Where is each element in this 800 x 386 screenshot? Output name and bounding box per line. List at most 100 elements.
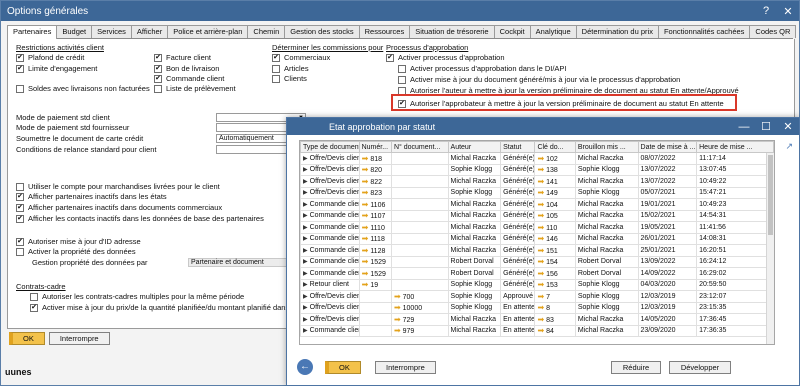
column-header[interactable]: N° document... <box>390 141 449 153</box>
checkbox-box[interactable]: ✔ <box>16 237 24 246</box>
checkbox-box[interactable]: ✔ <box>16 53 24 62</box>
commission-items-checkbox[interactable]: Articles <box>272 64 309 73</box>
approval-update-generated-checkbox[interactable]: Activer mise à jour du document généré/m… <box>398 75 680 84</box>
expand-button[interactable]: Développer <box>669 361 731 374</box>
dialog-ok-button[interactable]: OK <box>325 361 361 374</box>
scrollbar-thumb[interactable] <box>768 155 773 235</box>
row-expand-icon[interactable]: ▶ <box>303 305 308 311</box>
table-row[interactable]: ▶ Offre/Devis client ➡ 818 Michal Raczka Géné… <box>300 152 774 165</box>
link-arrow-icon[interactable]: ➡ <box>362 280 369 289</box>
tab-10[interactable]: Analytique <box>529 25 577 38</box>
data-ownership-checkbox[interactable]: Activer la propriété des données <box>16 247 136 256</box>
column-header[interactable]: Type de document <box>300 141 360 153</box>
table-row[interactable]: ▶ Commande client ➡ 1529 Robert Dorval Généré… <box>300 267 774 280</box>
commission-sales-checkbox[interactable]: ✔ Commerciaux <box>272 53 330 62</box>
update-planned-amount-checkbox[interactable]: ✔ Activer mise à jour du prix/de la quant… <box>30 303 297 312</box>
row-expand-icon[interactable]: ▶ <box>303 259 308 265</box>
close-icon[interactable]: ✕ <box>777 117 799 137</box>
tab-13[interactable]: Codes QR <box>749 25 797 38</box>
delivery-note-checkbox[interactable]: ✔ Bon de livraison <box>154 64 219 73</box>
row-expand-icon[interactable]: ▶ <box>303 328 308 334</box>
link-arrow-icon[interactable]: ➡ <box>537 165 544 174</box>
checkbox-box[interactable] <box>16 182 24 191</box>
checkbox-box[interactable] <box>272 74 280 83</box>
checkbox-box[interactable] <box>16 247 24 256</box>
table-row[interactable]: ▶ Commande client ➡ 1110 Michal Raczka Généré… <box>300 221 774 234</box>
link-arrow-icon[interactable]: ➡ <box>537 177 544 186</box>
link-arrow-icon[interactable]: ➡ <box>394 315 401 324</box>
row-expand-icon[interactable]: ▶ <box>303 202 308 208</box>
table-row[interactable]: ▶ Commande client ➡ 1118 Michal Raczka Généré… <box>300 232 774 245</box>
row-expand-icon[interactable]: ▶ <box>303 294 308 300</box>
checkbox-box[interactable] <box>398 75 406 84</box>
client-invoice-checkbox[interactable]: ✔ Facture client <box>154 53 211 62</box>
row-expand-icon[interactable]: ▶ <box>303 156 308 162</box>
maximize-icon[interactable]: ☐ <box>755 117 777 137</box>
tab-11[interactable]: Détermination du prix <box>575 25 659 38</box>
tab-3[interactable]: Afficher <box>130 25 169 38</box>
tab-2[interactable]: Services <box>91 25 132 38</box>
inactive-partners-docs-checkbox[interactable]: ✔ Afficher partenaires inactifs dans docu… <box>16 203 222 212</box>
table-row[interactable]: ▶ Offre/Devis client ➡ 10000 Sophie Klogg En … <box>300 301 774 314</box>
expand-link-icon[interactable]: ↗ <box>785 141 793 152</box>
checkbox-box[interactable]: ✔ <box>386 53 394 62</box>
link-arrow-icon[interactable]: ➡ <box>537 188 544 197</box>
link-arrow-icon[interactable]: ➡ <box>362 234 369 243</box>
table-row[interactable]: ▶ Commande client ➡ 1106 Michal Raczka Généré… <box>300 198 774 211</box>
commission-clients-checkbox[interactable]: Clients <box>272 74 307 83</box>
link-arrow-icon[interactable]: ➡ <box>394 303 401 312</box>
link-arrow-icon[interactable]: ➡ <box>362 211 369 220</box>
row-expand-icon[interactable]: ▶ <box>303 248 308 254</box>
multiple-contracts-checkbox[interactable]: Autoriser les contrats-cadres multiples … <box>30 292 244 301</box>
table-row[interactable]: ▶ Offre/Devis client ➡ 729 Michal Raczka En a… <box>300 313 774 326</box>
tab-4[interactable]: Police et arrière-plan <box>167 25 249 38</box>
minimize-icon[interactable]: — <box>733 117 755 137</box>
checkbox-box[interactable]: ✔ <box>154 53 162 62</box>
link-arrow-icon[interactable]: ➡ <box>537 326 544 335</box>
link-arrow-icon[interactable]: ➡ <box>362 188 369 197</box>
link-arrow-icon[interactable]: ➡ <box>362 200 369 209</box>
dialog-cancel-button[interactable]: Interrompre <box>375 361 436 374</box>
link-arrow-icon[interactable]: ➡ <box>537 303 544 312</box>
commitment-limit-checkbox[interactable]: ✔ Limite d'engagement <box>16 64 97 73</box>
link-arrow-icon[interactable]: ➡ <box>394 326 401 335</box>
tab-7[interactable]: Ressources <box>358 25 411 38</box>
tab-6[interactable]: Gestion des stocks <box>284 25 360 38</box>
table-row[interactable]: ▶ Commande client ➡ 979 Michal Raczka En atte… <box>300 324 774 337</box>
link-arrow-icon[interactable]: ➡ <box>362 177 369 186</box>
cancel-button[interactable]: Interrompre <box>48 332 110 345</box>
ok-button[interactable]: OK <box>9 332 45 345</box>
link-arrow-icon[interactable]: ➡ <box>362 154 369 163</box>
link-arrow-icon[interactable]: ➡ <box>362 246 369 255</box>
inactive-contacts-checkbox[interactable]: ✔ Afficher les contacts inactifs dans les… <box>16 214 264 223</box>
table-row[interactable]: ▶ Offre/Devis client ➡ 822 Michal Raczka Géné… <box>300 175 774 188</box>
link-arrow-icon[interactable]: ➡ <box>537 292 544 301</box>
link-arrow-icon[interactable]: ➡ <box>537 269 544 278</box>
checkbox-box[interactable] <box>154 84 162 93</box>
table-row[interactable]: ▶ Commande client ➡ 1107 Michal Raczka Généré… <box>300 209 774 222</box>
picking-list-checkbox[interactable]: Liste de prélèvement <box>154 84 236 93</box>
checkbox-box[interactable]: ✔ <box>16 64 24 73</box>
link-arrow-icon[interactable]: ➡ <box>537 211 544 220</box>
row-expand-icon[interactable]: ▶ <box>303 236 308 242</box>
table-row[interactable]: ▶ Commande client ➡ 1128 Michal Raczka Généré… <box>300 244 774 257</box>
row-expand-icon[interactable]: ▶ <box>303 317 308 323</box>
link-arrow-icon[interactable]: ➡ <box>537 257 544 266</box>
tab-12[interactable]: Fonctionnalités cachées <box>657 25 751 38</box>
checkbox-box[interactable]: ✔ <box>272 53 280 62</box>
column-header[interactable]: Numér... <box>358 141 392 153</box>
row-expand-icon[interactable]: ▶ <box>303 167 308 173</box>
table-row[interactable]: ▶ Commande client ➡ 1529 Robert Dorval Généré… <box>300 255 774 268</box>
column-header[interactable]: Clé do... <box>534 141 576 153</box>
link-arrow-icon[interactable]: ➡ <box>537 280 544 289</box>
tab-1[interactable]: Budget <box>56 25 93 38</box>
column-header[interactable]: Heure de mise ... <box>696 141 774 153</box>
link-arrow-icon[interactable]: ➡ <box>537 315 544 324</box>
checkbox-box[interactable]: ✔ <box>16 214 24 223</box>
back-arrow-icon[interactable]: ← <box>297 359 313 375</box>
credit-limit-checkbox[interactable]: ✔ Plafond de crédit <box>16 53 84 62</box>
link-arrow-icon[interactable]: ➡ <box>362 257 369 266</box>
checkbox-box[interactable] <box>272 64 280 73</box>
table-row[interactable]: ▶ Offre/Devis client ➡ 820 Sophie Klogg Génér… <box>300 163 774 176</box>
checkbox-box[interactable] <box>398 64 406 73</box>
